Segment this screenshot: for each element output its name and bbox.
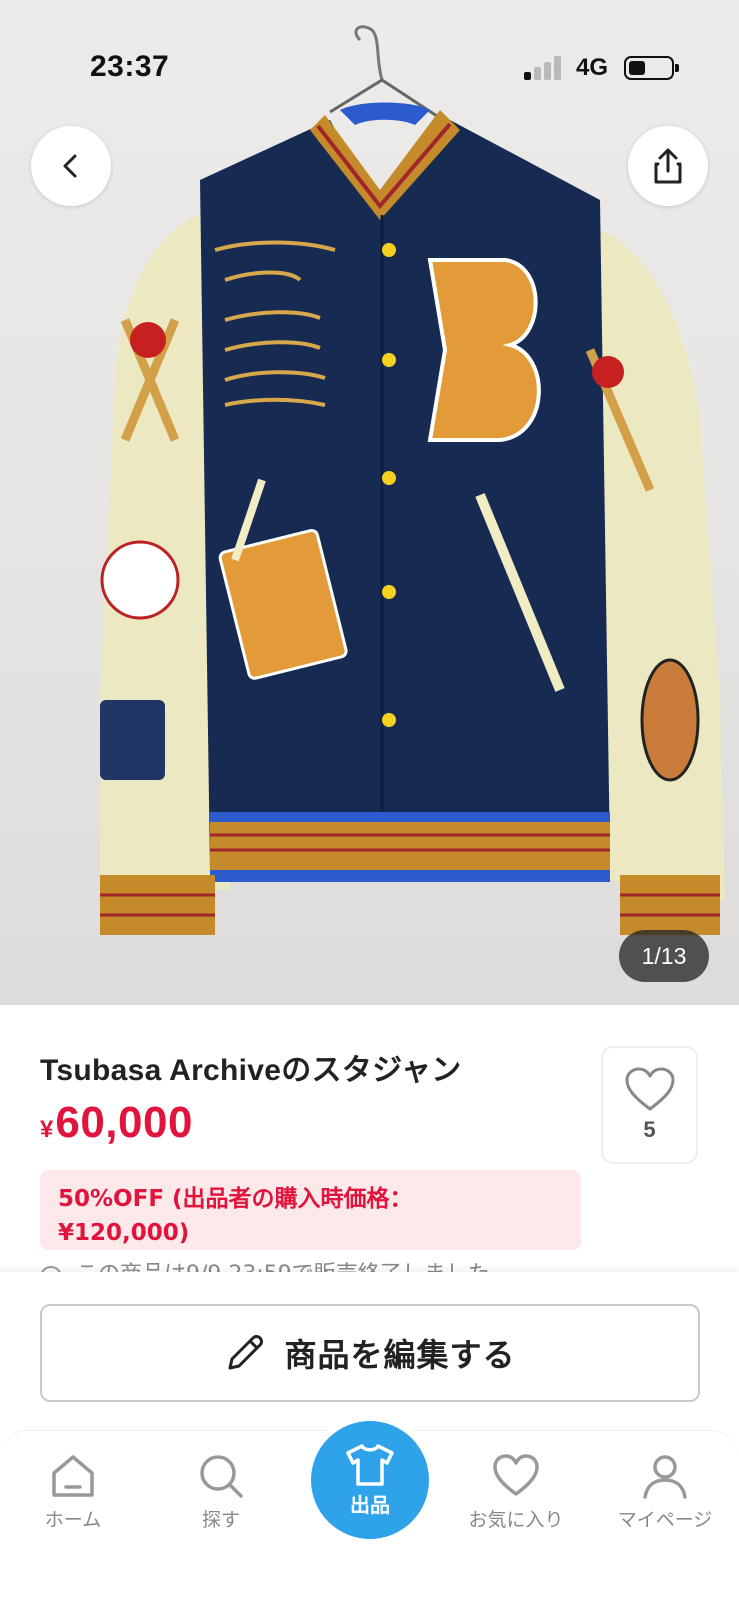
person-icon: [643, 1455, 687, 1499]
heart-icon: [625, 1067, 674, 1111]
signal-icon: [524, 56, 564, 80]
discount-banner: 50%OFF (出品者の購入時価格： ¥120,000): [40, 1170, 581, 1250]
varsity-jacket-photo: [100, 25, 725, 935]
like-count: 5: [643, 1117, 656, 1142]
share-icon: [654, 148, 682, 184]
tab-search[interactable]: 探す: [156, 1453, 286, 1532]
tab-mypage-label: マイページ: [617, 1509, 713, 1531]
tab-home[interactable]: ホーム: [8, 1453, 138, 1532]
like-button[interactable]: 5: [601, 1046, 698, 1164]
action-area: 商品を編集する: [0, 1272, 739, 1432]
edit-item-button[interactable]: 商品を編集する: [40, 1304, 700, 1402]
search-icon: [200, 1455, 243, 1498]
pencil-icon: [228, 1335, 264, 1370]
status-bar: 23:37 4G: [0, 28, 739, 108]
tab-favorites-label: お気に入り: [468, 1509, 564, 1531]
status-time: 23:37: [90, 50, 170, 83]
edit-item-label: 商品を編集する: [284, 1336, 516, 1374]
discount-line-2: ¥120,000): [58, 1220, 190, 1246]
price-amount: 60,000: [55, 1098, 193, 1147]
chevron-left-icon: [63, 154, 77, 178]
discount-line-1: 50%OFF (出品者の購入時価格：: [58, 1186, 413, 1212]
tab-home-label: ホーム: [44, 1509, 102, 1531]
tab-bar: ホーム 探す 出品 お気に入り マイページ: [0, 1421, 739, 1600]
home-icon: [52, 1455, 94, 1497]
tab-search-label: 探す: [201, 1509, 240, 1531]
heart-icon: [493, 1454, 539, 1496]
network-type: 4G: [576, 54, 609, 81]
back-button[interactable]: [31, 126, 111, 206]
currency-symbol: ¥: [40, 1116, 54, 1143]
battery-icon: [624, 56, 679, 80]
item-title: Tsubasa Archiveのスタジャン: [40, 1054, 462, 1087]
item-price: ¥ 60,000: [40, 1098, 193, 1148]
tab-sell[interactable]: 出品: [311, 1421, 429, 1539]
tab-mypage[interactable]: マイページ: [600, 1453, 730, 1532]
share-button[interactable]: [628, 126, 708, 206]
tab-sell-label: 出品: [350, 1492, 390, 1517]
image-counter: 1/13: [619, 930, 709, 982]
tshirt-icon: [346, 1443, 394, 1486]
tab-favorites[interactable]: お気に入り: [451, 1453, 581, 1532]
product-photo[interactable]: 23:37 4G 1/13: [0, 0, 739, 1005]
